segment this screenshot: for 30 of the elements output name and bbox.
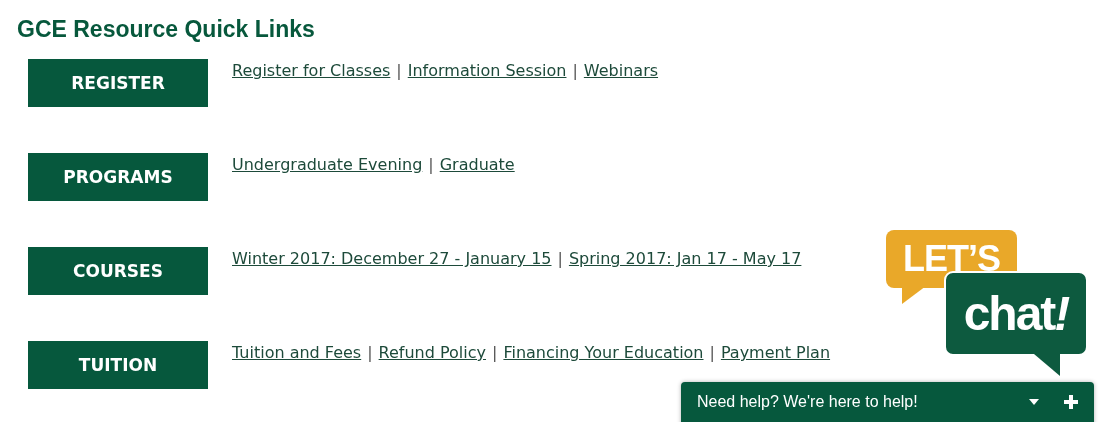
- quick-link[interactable]: Information Session: [407, 60, 567, 82]
- quick-link[interactable]: Winter 2017: December 27 - January 15: [232, 248, 552, 270]
- link-separator: |: [492, 342, 498, 364]
- category-button[interactable]: REGISTER: [28, 59, 208, 107]
- category-button[interactable]: TUITION: [28, 341, 208, 389]
- caret-icon[interactable]: [1028, 398, 1040, 406]
- page-heading: GCE Resource Quick Links: [16, 15, 316, 43]
- link-separator: |: [557, 248, 563, 270]
- quick-link[interactable]: Undergraduate Evening: [232, 154, 423, 176]
- quick-link[interactable]: Refund Policy: [378, 342, 486, 364]
- category-button[interactable]: PROGRAMS: [28, 153, 208, 201]
- link-separator: |: [709, 342, 715, 364]
- plus-icon[interactable]: [1064, 395, 1078, 409]
- chat-bar-text: Need help? We're here to help!: [697, 393, 919, 411]
- badge-text: LET’S: [903, 238, 1000, 280]
- category-button[interactable]: COURSES: [28, 247, 208, 295]
- quick-link[interactable]: Payment Plan: [720, 342, 831, 364]
- quick-link[interactable]: Financing Your Education: [503, 342, 704, 364]
- link-separator: |: [396, 60, 402, 82]
- quick-link[interactable]: Webinars: [583, 60, 659, 82]
- quick-link[interactable]: Register for Classes: [232, 60, 391, 82]
- quick-link[interactable]: Spring 2017: Jan 17 - May 17: [568, 248, 802, 270]
- link-separator: |: [428, 154, 434, 176]
- quick-link[interactable]: Graduate: [439, 154, 515, 176]
- chat-badge[interactable]: LET’S chat!: [886, 230, 1091, 380]
- quick-link[interactable]: Tuition and Fees: [232, 342, 362, 364]
- link-separator: |: [572, 60, 578, 82]
- badge-text: chat!: [963, 289, 1069, 338]
- link-separator: |: [367, 342, 373, 364]
- chat-bar[interactable]: Need help? We're here to help!: [681, 382, 1094, 422]
